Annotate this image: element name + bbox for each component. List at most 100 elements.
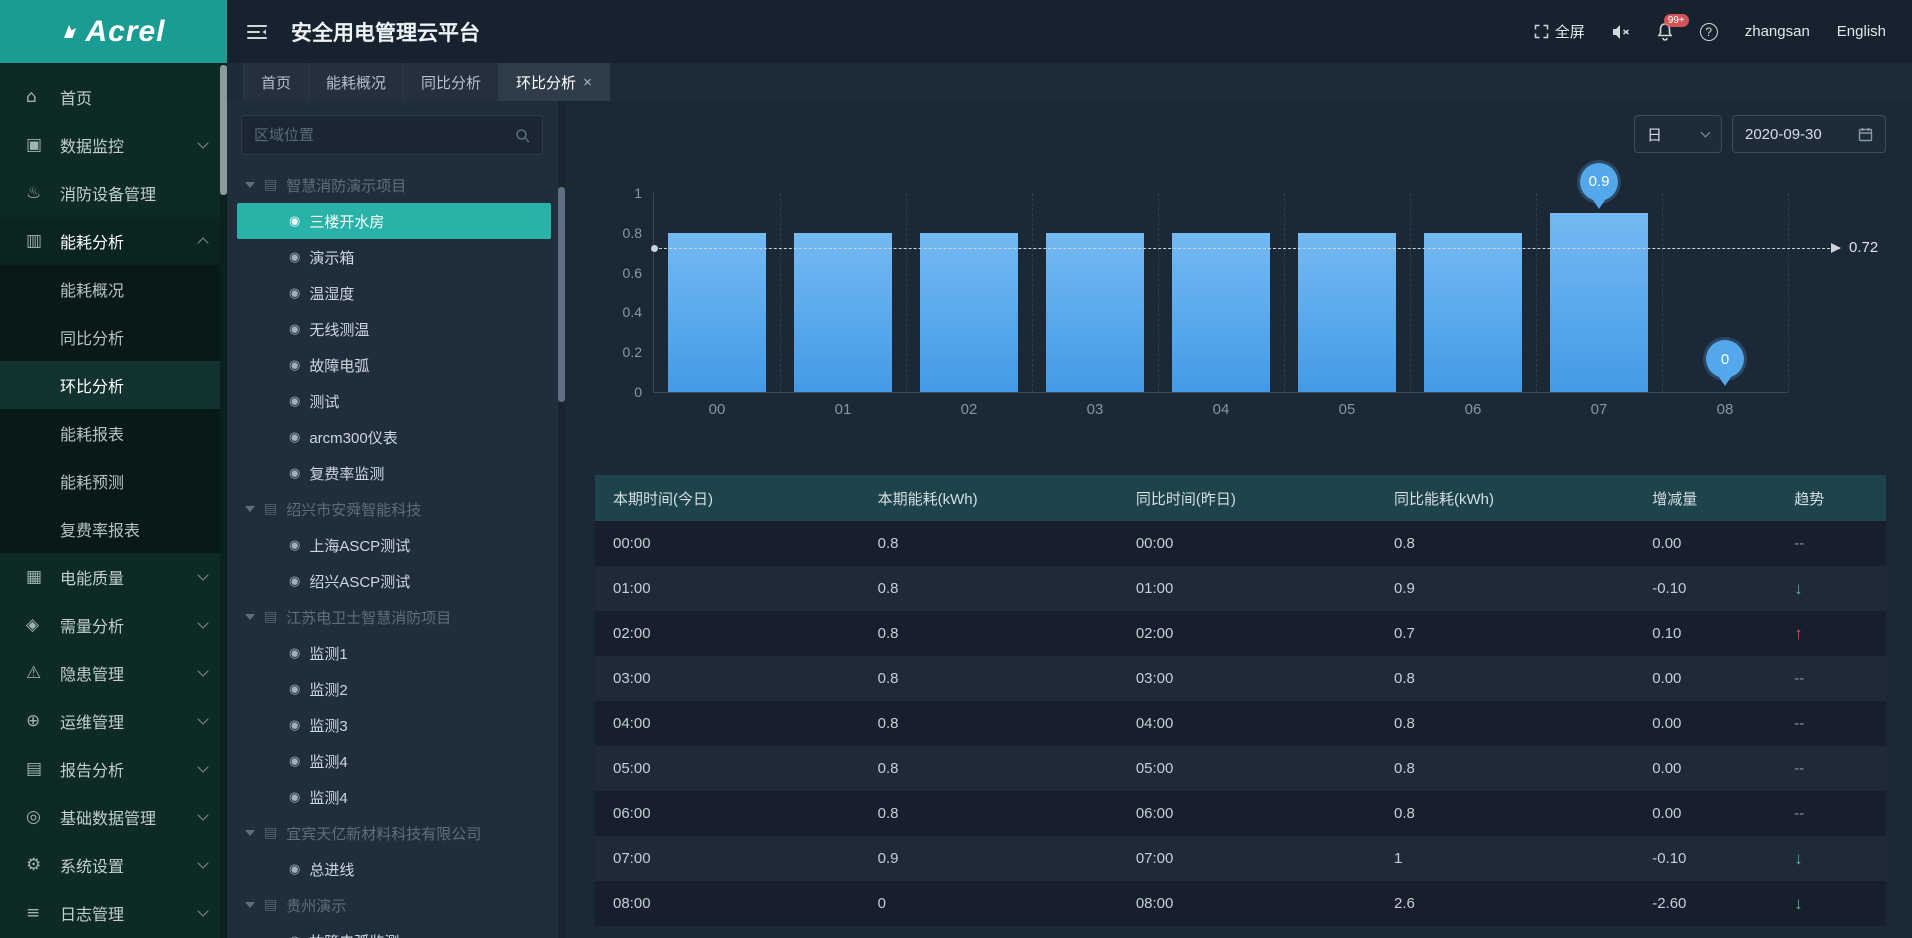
tree-item[interactable]: ◉故障电弧 bbox=[227, 347, 565, 383]
chart-bar[interactable] bbox=[668, 233, 766, 392]
tab-bar: 首页能耗概况同比分析环比分析× bbox=[227, 63, 1912, 101]
language-switch[interactable]: English bbox=[1837, 23, 1886, 40]
period-select[interactable]: 日 bbox=[1634, 115, 1722, 153]
header: 安全用电管理云平台 全屏 99+ bbox=[227, 0, 1912, 63]
reference-line-dot bbox=[651, 245, 658, 252]
x-axis-label: 00 bbox=[654, 401, 780, 418]
table-row[interactable]: 07:000.907:001-0.10↓ bbox=[595, 836, 1886, 881]
sidebar-item[interactable]: ▦电能质量 bbox=[0, 553, 227, 601]
tree-group-label: 江苏电卫士智慧消防项目 bbox=[286, 607, 451, 628]
sidebar-menu: ⌂首页▣数据监控♨消防设备管理▥能耗分析能耗概况同比分析环比分析能耗报表能耗预测… bbox=[0, 63, 227, 938]
tree-group[interactable]: ▤智慧消防演示项目 bbox=[227, 167, 565, 203]
tree-item[interactable]: ◉复费率监测 bbox=[227, 455, 565, 491]
tree-item[interactable]: ◉上海ASCP测试 bbox=[227, 527, 565, 563]
device-icon: ◉ bbox=[289, 682, 300, 697]
sidebar-item[interactable]: ♨消防设备管理 bbox=[0, 169, 227, 217]
tree-item[interactable]: ◉监测4 bbox=[227, 779, 565, 815]
sidebar-item[interactable]: ▣数据监控 bbox=[0, 121, 227, 169]
table-row[interactable]: 01:000.801:000.9-0.10↓ bbox=[595, 566, 1886, 611]
tree-item[interactable]: ◉温湿度 bbox=[227, 275, 565, 311]
table-cell: 03:00 bbox=[1118, 656, 1376, 701]
sidebar-item[interactable]: ▥能耗分析 bbox=[0, 217, 227, 265]
tree-item-label: 绍兴ASCP测试 bbox=[309, 571, 410, 592]
close-icon[interactable]: × bbox=[583, 74, 592, 91]
chart-bar[interactable] bbox=[1046, 233, 1144, 392]
table-row[interactable]: 04:000.804:000.80.00-- bbox=[595, 701, 1886, 746]
sidebar-item[interactable]: ◎基础数据管理 bbox=[0, 793, 227, 841]
tree-item-label: arcm300仪表 bbox=[309, 427, 397, 448]
table-row[interactable]: 06:000.806:000.80.00-- bbox=[595, 791, 1886, 836]
device-icon: ◉ bbox=[289, 790, 300, 805]
tab[interactable]: 能耗概况 bbox=[309, 63, 404, 101]
tree-item[interactable]: ◉arcm300仪表 bbox=[227, 419, 565, 455]
device-icon: ◉ bbox=[289, 394, 300, 409]
tree-item[interactable]: ◉测试 bbox=[227, 383, 565, 419]
sidebar-item[interactable]: ⌂首页 bbox=[0, 73, 227, 121]
username[interactable]: zhangsan bbox=[1745, 23, 1810, 40]
notifications-button[interactable]: 99+ bbox=[1657, 23, 1673, 41]
sidebar-item[interactable]: ⚠隐患管理 bbox=[0, 649, 227, 697]
sidebar-subitem[interactable]: 能耗报表 bbox=[0, 409, 227, 457]
table-row[interactable]: 02:000.802:000.70.10↑ bbox=[595, 611, 1886, 656]
operations-icon: ⊕ bbox=[26, 711, 50, 731]
tree-item[interactable]: ◉监测2 bbox=[227, 671, 565, 707]
sidebar-item[interactable]: ⊕运维管理 bbox=[0, 697, 227, 745]
tab[interactable]: 首页 bbox=[243, 63, 309, 101]
table-cell: 07:00 bbox=[595, 836, 860, 881]
help-button[interactable]: ? bbox=[1700, 23, 1718, 41]
tree-item-label: 无线测温 bbox=[309, 319, 369, 340]
caret-down-icon bbox=[245, 506, 255, 512]
date-picker[interactable]: 2020-09-30 bbox=[1732, 115, 1886, 153]
sidebar-item[interactable]: ⚙系统设置 bbox=[0, 841, 227, 889]
collapse-sidebar-icon[interactable] bbox=[247, 24, 267, 40]
sidebar-subitem[interactable]: 环比分析 bbox=[0, 361, 227, 409]
search-input[interactable] bbox=[254, 127, 515, 144]
sidebar-item[interactable]: ◈需量分析 bbox=[0, 601, 227, 649]
sidebar-scrollbar[interactable] bbox=[220, 63, 227, 938]
chart-bar[interactable] bbox=[1550, 213, 1648, 392]
table-cell: 0.8 bbox=[860, 611, 1118, 656]
sidebar-item[interactable]: ▤报告分析 bbox=[0, 745, 227, 793]
tree-item[interactable]: ◉三楼开水房 bbox=[237, 203, 551, 239]
table-row[interactable]: 05:000.805:000.80.00-- bbox=[595, 746, 1886, 791]
chart-bar[interactable] bbox=[920, 233, 1018, 392]
search-icon[interactable] bbox=[515, 128, 530, 143]
sidebar-scrollbar-thumb[interactable] bbox=[220, 65, 227, 195]
tree-item[interactable]: ◉演示箱 bbox=[227, 239, 565, 275]
column-header: 本期时间(今日) bbox=[595, 475, 860, 521]
chart-bar[interactable] bbox=[1424, 233, 1522, 392]
tree-item[interactable]: ◉故障电弧监测 bbox=[227, 923, 565, 938]
sidebar-item[interactable]: ≡日志管理 bbox=[0, 889, 227, 937]
caret-down-icon bbox=[245, 902, 255, 908]
chart-bar[interactable] bbox=[794, 233, 892, 392]
tree-group[interactable]: ▤宜宾天亿新材料科技有限公司 bbox=[227, 815, 565, 851]
sidebar-subitem[interactable]: 能耗预测 bbox=[0, 457, 227, 505]
tree-group[interactable]: ▤绍兴市安舜智能科技 bbox=[227, 491, 565, 527]
mute-button[interactable] bbox=[1612, 24, 1630, 40]
tree-item[interactable]: ◉监测4 bbox=[227, 743, 565, 779]
tree-group[interactable]: ▤贵州演示 bbox=[227, 887, 565, 923]
tree-item[interactable]: ◉监测1 bbox=[227, 635, 565, 671]
tree-item[interactable]: ◉监测3 bbox=[227, 707, 565, 743]
sidebar-item-label: 报告分析 bbox=[60, 757, 199, 781]
tree-item[interactable]: ◉总进线 bbox=[227, 851, 565, 887]
table-cell: -0.10 bbox=[1634, 566, 1776, 611]
sidebar-subitem[interactable]: 能耗概况 bbox=[0, 265, 227, 313]
trend-cell: ↑ bbox=[1776, 611, 1886, 656]
sidebar-subitem[interactable]: 同比分析 bbox=[0, 313, 227, 361]
table-row[interactable]: 03:000.803:000.80.00-- bbox=[595, 656, 1886, 701]
table-cell: 0.8 bbox=[1376, 791, 1634, 836]
tree-group[interactable]: ▤江苏电卫士智慧消防项目 bbox=[227, 599, 565, 635]
tree-item[interactable]: ◉无线测温 bbox=[227, 311, 565, 347]
fullscreen-button[interactable]: 全屏 bbox=[1534, 21, 1585, 42]
table-row[interactable]: 00:000.800:000.80.00-- bbox=[595, 521, 1886, 566]
sidebar-subitem[interactable]: 复费率报表 bbox=[0, 505, 227, 553]
table-row[interactable]: 08:00008:002.6-2.60↓ bbox=[595, 881, 1886, 926]
chart-bar[interactable] bbox=[1172, 233, 1270, 392]
tab[interactable]: 同比分析 bbox=[404, 63, 499, 101]
tree-scrollbar[interactable] bbox=[558, 101, 565, 938]
tree-scrollbar-thumb[interactable] bbox=[558, 187, 565, 402]
tree-item[interactable]: ◉绍兴ASCP测试 bbox=[227, 563, 565, 599]
tab[interactable]: 环比分析× bbox=[499, 63, 610, 101]
chart-bar[interactable] bbox=[1298, 233, 1396, 392]
